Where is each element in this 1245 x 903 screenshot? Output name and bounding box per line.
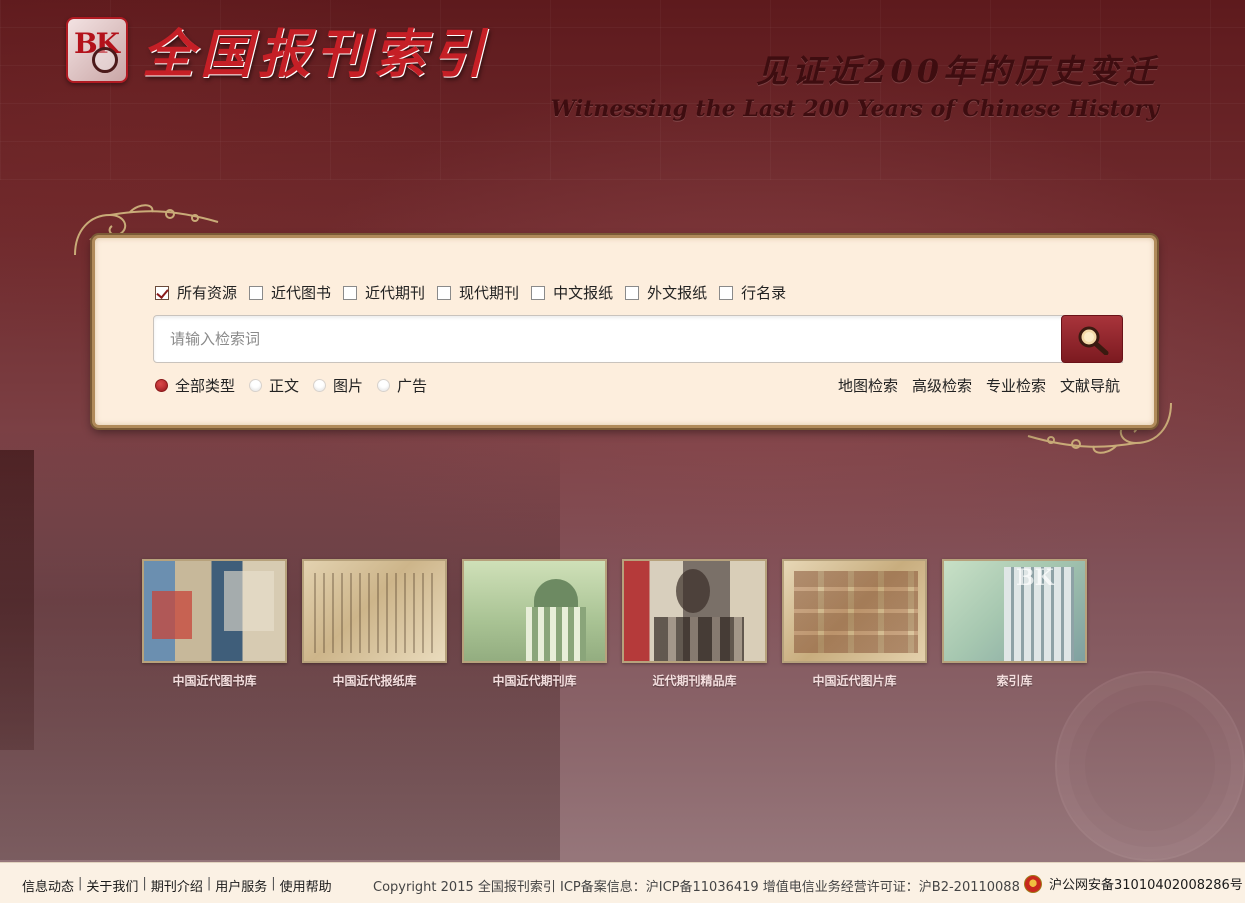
database-tile-modern-newspapers[interactable]: 中国近代报纸库 bbox=[302, 559, 447, 689]
literature-navigation-link[interactable]: 文献导航 bbox=[1060, 375, 1120, 396]
database-label[interactable]: 中国近代报纸库 bbox=[302, 672, 447, 689]
footer-separator: | bbox=[78, 876, 83, 891]
database-label[interactable]: 中国近代图片库 bbox=[782, 672, 927, 689]
slogan: 见证近200年的历史变迁 Witnessing the Last 200 Yea… bbox=[551, 46, 1159, 122]
database-label[interactable]: 近代期刊精品库 bbox=[622, 672, 767, 689]
resource-label: 外文报纸 bbox=[647, 284, 708, 302]
search-mode-links: 地图检索 高级检索 专业检索 文献导航 bbox=[824, 375, 1120, 396]
search-input[interactable] bbox=[154, 316, 1122, 362]
type-ads[interactable]: 广告 bbox=[377, 375, 427, 396]
database-tile-modern-books[interactable]: 中国近代图书库 bbox=[142, 559, 287, 689]
checkbox-icon[interactable] bbox=[249, 285, 264, 300]
type-all[interactable]: 全部类型 bbox=[155, 375, 235, 396]
magnifier-lens-icon bbox=[92, 46, 118, 73]
radio-selected-icon[interactable] bbox=[155, 379, 168, 392]
type-label: 广告 bbox=[397, 377, 428, 395]
database-tile-modern-periodicals[interactable]: 中国近代期刊库 bbox=[462, 559, 607, 689]
database-thumbnail[interactable] bbox=[142, 559, 287, 663]
footer-separator: | bbox=[206, 876, 212, 891]
resource-label: 近代期刊 bbox=[365, 284, 426, 302]
database-label[interactable]: 索引库 bbox=[942, 672, 1087, 689]
footer-separator: | bbox=[142, 876, 147, 891]
footer-links: 信息动态 | 关于我们 | 期刊介绍 | 用户服务 | 使用帮助 bbox=[22, 876, 332, 895]
checkbox-icon[interactable] bbox=[531, 285, 546, 300]
resource-all[interactable]: 所有资源 bbox=[155, 282, 237, 303]
checkbox-icon[interactable] bbox=[625, 285, 640, 300]
map-search-link[interactable]: 地图检索 bbox=[838, 375, 898, 396]
type-images[interactable]: 图片 bbox=[313, 375, 363, 396]
resource-label: 中文报纸 bbox=[553, 284, 614, 302]
database-tiles: 中国近代图书库 中国近代报纸库 中国近代期刊库 近代期刊精品库 中国近代图片库 … bbox=[142, 559, 1102, 689]
database-thumbnail[interactable] bbox=[622, 559, 767, 663]
type-label: 图片 bbox=[333, 377, 364, 395]
resource-label: 现代期刊 bbox=[459, 284, 520, 302]
content-type-filter: 全部类型 正文 图片 广告 bbox=[155, 375, 441, 396]
resource-modern-periodicals[interactable]: 近代期刊 bbox=[343, 282, 425, 303]
resource-label: 所有资源 bbox=[177, 284, 238, 302]
resource-contemporary-periodicals[interactable]: 现代期刊 bbox=[437, 282, 519, 303]
resource-label: 近代图书 bbox=[271, 284, 332, 302]
footer-link-help[interactable]: 使用帮助 bbox=[280, 876, 332, 895]
type-label: 正文 bbox=[269, 377, 300, 395]
footer-link-about[interactable]: 关于我们 bbox=[86, 876, 138, 895]
checkbox-icon[interactable] bbox=[343, 285, 358, 300]
search-field[interactable] bbox=[153, 315, 1123, 363]
radio-icon[interactable] bbox=[377, 379, 391, 392]
database-label[interactable]: 中国近代图书库 bbox=[142, 672, 287, 689]
search-button[interactable] bbox=[1061, 315, 1123, 363]
radio-icon[interactable] bbox=[249, 379, 263, 392]
background-ornament bbox=[1055, 671, 1245, 861]
slogan-chinese: 见证近200年的历史变迁 bbox=[756, 52, 1159, 90]
footer-link-news[interactable]: 信息动态 bbox=[22, 876, 74, 895]
checkbox-icon[interactable] bbox=[719, 285, 734, 300]
database-label[interactable]: 中国近代期刊库 bbox=[462, 672, 607, 689]
database-tile-periodical-boutique[interactable]: 近代期刊精品库 bbox=[622, 559, 767, 689]
site-logo[interactable]: BK 全国报刊索引 bbox=[66, 12, 490, 87]
resource-modern-books[interactable]: 近代图书 bbox=[249, 282, 331, 303]
resource-chinese-newspapers[interactable]: 中文报纸 bbox=[531, 282, 613, 303]
resource-foreign-newspapers[interactable]: 外文报纸 bbox=[625, 282, 707, 303]
background-tower bbox=[0, 450, 34, 750]
type-text[interactable]: 正文 bbox=[249, 375, 299, 396]
advanced-search-link[interactable]: 高级检索 bbox=[912, 375, 972, 396]
footer: 信息动态 | 关于我们 | 期刊介绍 | 用户服务 | 使用帮助 Copyrig… bbox=[0, 862, 1245, 903]
logo-badge-icon: BK bbox=[66, 16, 128, 83]
radio-icon[interactable] bbox=[313, 379, 327, 392]
slogan-english: Witnessing the Last 200 Years of Chinese… bbox=[550, 96, 1159, 122]
logo-title: 全国报刊索引 bbox=[142, 24, 491, 85]
checkbox-checked-icon[interactable] bbox=[155, 285, 169, 300]
police-record-text[interactable]: 沪公网安备31010402008286号 bbox=[1049, 874, 1243, 893]
search-panel: 所有资源 近代图书 近代期刊 现代期刊 中文报纸 外文报纸 行名录 请输入检索词… bbox=[92, 235, 1157, 428]
database-tile-index[interactable]: 索引库 bbox=[942, 559, 1087, 689]
database-thumbnail[interactable] bbox=[942, 559, 1087, 663]
database-thumbnail[interactable] bbox=[302, 559, 447, 663]
police-record[interactable]: 沪公网安备31010402008286号 bbox=[1024, 874, 1243, 893]
checkbox-icon[interactable] bbox=[437, 285, 452, 300]
database-thumbnail[interactable] bbox=[462, 559, 607, 663]
copyright-text: Copyright 2015 全国报刊索引 ICP备案信息：沪ICP备11036… bbox=[373, 880, 1020, 895]
professional-search-link[interactable]: 专业检索 bbox=[986, 375, 1046, 396]
type-label: 全部类型 bbox=[175, 377, 236, 395]
footer-link-user-service[interactable]: 用户服务 bbox=[215, 876, 267, 895]
resource-filter: 所有资源 近代图书 近代期刊 现代期刊 中文报纸 外文报纸 行名录 bbox=[155, 282, 798, 303]
footer-link-journals[interactable]: 期刊介绍 bbox=[151, 876, 203, 895]
footer-separator: | bbox=[271, 876, 276, 891]
database-tile-modern-images[interactable]: 中国近代图片库 bbox=[782, 559, 927, 689]
resource-directories[interactable]: 行名录 bbox=[719, 282, 786, 303]
magnifier-icon bbox=[1078, 326, 1109, 355]
database-thumbnail[interactable] bbox=[782, 559, 927, 663]
police-badge-icon bbox=[1024, 874, 1042, 893]
resource-label: 行名录 bbox=[741, 284, 787, 302]
